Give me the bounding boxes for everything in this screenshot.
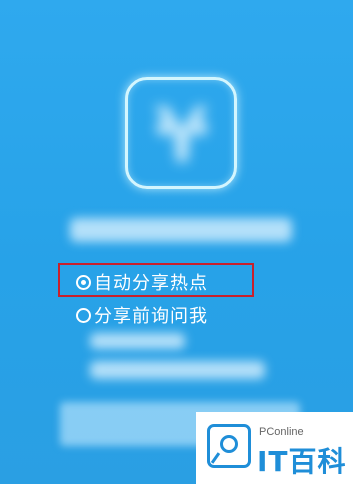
watermark-name: IT百科 xyxy=(257,445,347,478)
blurred-text-line xyxy=(90,361,265,379)
app-icon xyxy=(125,77,237,189)
pconline-logo-icon xyxy=(207,424,251,468)
watermark-brand: PConline xyxy=(259,426,304,438)
blurred-logo-icon xyxy=(154,106,208,162)
option-auto-share[interactable]: 自动分享热点 xyxy=(76,268,208,296)
share-options: 自动分享热点 分享前询问我 xyxy=(76,268,208,334)
blurred-text-line xyxy=(90,333,185,349)
option-label: 自动分享热点 xyxy=(94,273,208,294)
share-settings-screen: 自动分享热点 分享前询问我 PConline IT百科 xyxy=(0,0,353,484)
pconline-watermark: PConline IT百科 xyxy=(196,412,353,484)
blurred-title-text xyxy=(70,218,292,242)
magnifier-handle xyxy=(210,452,221,464)
radio-checked-icon[interactable] xyxy=(76,274,91,290)
option-label: 分享前询问我 xyxy=(94,306,208,327)
magnifier-icon xyxy=(220,435,238,453)
radio-unchecked-icon[interactable] xyxy=(76,307,91,323)
option-ask-before-share[interactable]: 分享前询问我 xyxy=(76,301,208,329)
